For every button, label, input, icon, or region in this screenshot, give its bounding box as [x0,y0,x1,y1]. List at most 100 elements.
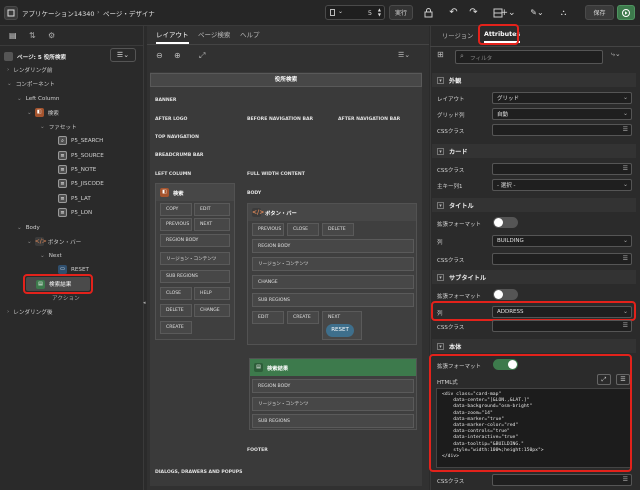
wrench-menu-icon[interactable]: ✎⌄ [526,5,548,20]
tree-item-p5-source[interactable]: ≡ P5_SOURCE [58,150,104,161]
position-create[interactable]: CREATE [287,311,319,324]
filter-input[interactable]: ⌕ フィルタ [455,50,603,64]
redo-icon[interactable]: ↷ [466,5,481,20]
position-region-content[interactable]: リージョン・コンテンツ [252,257,414,271]
tab-help[interactable]: ヘルプ [240,29,260,39]
css-classes-label: CSSクラス [437,129,465,135]
card-css-input[interactable]: ☰ [492,163,632,175]
lock-icon[interactable] [421,5,436,20]
grid-view-icon[interactable]: ⊞ [437,50,451,63]
tree-node-search-region[interactable]: ⌄ ◧ 検索 [27,107,59,118]
position-sub-regions[interactable]: SUB REGIONS [252,293,414,307]
position-next[interactable]: NEXT [194,218,230,231]
position-close[interactable]: CLOSE [160,287,192,300]
position-sub-regions[interactable]: SUB REGIONS [160,270,230,283]
position-delete[interactable]: DELETE [160,304,192,317]
body-css-input[interactable]: ☰ [492,474,632,486]
expand-icon[interactable]: ⤢ [199,51,205,61]
subtitle-css-input[interactable]: ☰ [492,320,632,332]
tree-node-actions[interactable]: アクション [52,292,80,303]
tab-page-search[interactable]: ページ検索 [198,29,230,39]
zoom-out-icon[interactable]: ⊖ [156,51,163,60]
position-edit[interactable]: EDIT [252,311,284,324]
tree-node-facets[interactable]: ⌄ ファセット [40,121,77,132]
position-region-body[interactable]: REGION BODY [160,234,230,247]
page-selector[interactable]: ⌄ 5 ▲ ▼ [325,5,385,20]
layout-select[interactable]: グリッド ⌄ [492,92,632,104]
position-previous[interactable]: PREVIOUS [160,218,192,231]
page-root-node[interactable]: ページ: 5 役所検索 [4,51,66,62]
code-icon: </> [34,237,47,246]
cards-icon: ▤ [254,363,263,372]
list-icon: ☰ [622,165,628,172]
layout-menu-button[interactable]: ☰⌄ [398,51,422,62]
page-stepper-icon[interactable]: ▲ ▼ [378,7,381,17]
position-region-body[interactable]: REGION BODY [252,379,414,393]
section-card[interactable]: ▾ カード [432,144,636,158]
position-delete[interactable]: DELETE [322,223,354,236]
tree-item-p5-jiscode[interactable]: ≡ P5_JISCODE [58,178,104,189]
collapse-splitter-icon[interactable]: ◂ [143,300,146,306]
tree-node-components[interactable]: ⌄ コンポーネント [7,78,55,89]
tree-label: 検索 [47,110,59,117]
section-appearance[interactable]: ▾ 外観 [432,73,636,87]
position-create[interactable]: CREATE [160,321,192,334]
tree-node-left-column[interactable]: ⌄ Left Column [17,93,59,104]
shared-tab-icon[interactable]: ⚙ [48,31,55,40]
tree-label: ボタン・バー [47,239,82,246]
subtitle-advanced-toggle[interactable] [493,289,518,300]
section-title[interactable]: ▾ タイトル [432,198,636,212]
page-banner[interactable]: 役所検索 [150,73,422,87]
page-designer-crumb[interactable]: ページ・デザイナ [103,8,155,18]
position-help[interactable]: HELP [194,287,230,300]
tab-layout[interactable]: レイアウト [156,29,189,44]
tree-item-p5-search[interactable]: ⌕ P5_SEARCH [58,135,103,146]
css-classes-input[interactable]: ☰ [492,124,632,136]
position-copy[interactable]: COPY [160,203,192,216]
app-breadcrumb[interactable]: アプリケーション14340 [22,8,95,18]
section-body[interactable]: ▾ 本体 [432,339,636,353]
position-region-content[interactable]: リージョン・コンテンツ [160,252,230,265]
page-number-input[interactable]: 5 [368,9,372,17]
zoom-in-icon[interactable]: ⊕ [174,51,181,60]
position-sub-regions[interactable]: SUB REGIONS [252,414,414,428]
tree-node-rendering-before[interactable]: › レンダリング前 [7,64,52,75]
position-dialogs: DIALOGS, DRAWERS AND POPUPS [155,470,243,475]
position-change[interactable]: CHANGE [252,275,414,289]
facet-list-icon: ≡ [58,194,67,203]
position-edit[interactable]: EDIT [194,203,230,216]
tree-node-body[interactable]: ⌄ Body [17,222,40,233]
create-menu-icon[interactable]: +⌄ [497,5,519,20]
goto-group-icon[interactable]: ⤷⌄ [611,50,621,59]
tree-item-p5-lon[interactable]: ≡ P5_LON [58,207,92,218]
save-button[interactable]: 保存 [585,5,614,20]
title-column-select[interactable]: BUILDING ⌄ [492,235,632,247]
tree-node-button-bar[interactable]: ⌄ </> ボタン・バー [27,236,81,247]
undo-icon[interactable]: ↶ [446,5,461,20]
app-icon[interactable] [4,6,18,20]
rendering-tab-icon[interactable]: ▤ [9,31,17,40]
tab-region[interactable]: リージョン [442,31,473,40]
section-subtitle[interactable]: ▾ サブタイトル [432,270,636,284]
tree-item-p5-note[interactable]: ≡ P5_NOTE [58,164,96,175]
position-close[interactable]: CLOSE [287,223,319,236]
grid-columns-select[interactable]: 自動 ⌄ [492,108,632,120]
shared-components-icon[interactable]: ⛬ [556,5,571,20]
tree-node-rendering-after[interactable]: › レンダリング後 [7,306,52,317]
position-footer: FOOTER [247,448,268,453]
tree-item-p5-lat[interactable]: ≡ P5_LAT [58,193,91,204]
reset-button[interactable]: RESET [326,324,354,337]
position-region-content[interactable]: リージョン・コンテンツ [252,397,414,411]
run-page-button[interactable] [617,5,635,20]
filter-placeholder: フィルタ [470,56,493,62]
position-previous[interactable]: PREVIOUS [252,223,284,236]
title-css-input[interactable]: ☰ [492,253,632,265]
processing-tab-icon[interactable]: ⇅ [29,31,36,40]
tree-menu-button[interactable]: ☰⌄ [110,48,136,62]
title-advanced-toggle[interactable] [493,217,518,228]
run-button[interactable]: 実行 [389,5,413,20]
tree-node-next[interactable]: ⌄ Next [40,250,62,261]
primary-key-select[interactable]: - 選択 - ⌄ [492,179,632,191]
position-change[interactable]: CHANGE [194,304,230,317]
position-region-body[interactable]: REGION BODY [252,239,414,253]
